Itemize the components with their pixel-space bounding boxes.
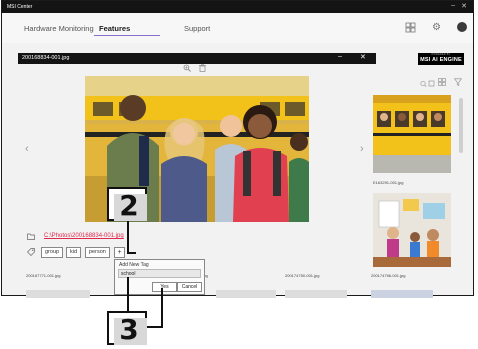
tab-hardware-monitoring[interactable]: Hardware Monitoring	[24, 24, 94, 33]
gear-icon[interactable]: ⚙	[431, 22, 442, 33]
tag-chip[interactable]: group	[41, 247, 64, 258]
callout-number: 3	[119, 313, 139, 346]
next-arrow-icon[interactable]: ›	[360, 143, 364, 155]
active-tab-underline	[94, 35, 160, 36]
zoom-icon[interactable]	[183, 64, 191, 74]
top-nav: Hardware Monitoring Features Support ⚙	[2, 13, 473, 43]
thumbnail-label: 200167771-001.jpg	[26, 273, 61, 278]
tag-icon	[27, 248, 35, 258]
callout-3-leader	[161, 288, 163, 328]
folder-icon	[27, 233, 35, 242]
thumbnail[interactable]	[285, 290, 347, 298]
side-thumbnail-label: E163291-001.jpg	[373, 180, 404, 185]
minimize-icon[interactable]: –	[451, 2, 455, 9]
thumbnail[interactable]	[26, 290, 90, 298]
thumbnail[interactable]	[371, 290, 433, 298]
callout-number: 2	[119, 189, 139, 222]
callout-2-leader	[127, 252, 136, 254]
photo-viewer-bar: 200168834-001.jpg – ✕	[18, 53, 376, 64]
thumbnail-label: 200174756-001.jpg	[371, 273, 406, 278]
msi-badge-text: MSI AI ENGINE	[420, 57, 462, 63]
yes-button[interactable]: Yes	[152, 282, 177, 292]
search-icon[interactable]	[420, 80, 435, 90]
trash-icon[interactable]	[199, 64, 206, 74]
avatar[interactable]	[457, 22, 467, 32]
tab-support[interactable]: Support	[184, 24, 210, 33]
viewer-minimize-icon[interactable]: –	[338, 53, 342, 60]
close-icon[interactable]: ✕	[461, 2, 467, 10]
thumbnail[interactable]	[216, 290, 276, 298]
layout-grid-icon[interactable]	[405, 22, 416, 33]
callout-3-leader	[127, 277, 129, 311]
cancel-button[interactable]: Cancel	[177, 282, 202, 292]
thumbnail-label: 200174750-001.jpg	[285, 273, 320, 278]
file-path-link[interactable]: C:\Photos\200168834-001.jpg	[44, 233, 124, 239]
callout-2: 2	[107, 187, 147, 222]
viewer-close-icon[interactable]: ✕	[360, 53, 366, 61]
title-bar: MSI Center – ✕	[2, 1, 473, 13]
right-panel-scrollbar[interactable]	[459, 98, 463, 153]
tag-chip[interactable]: person	[85, 247, 110, 258]
tab-features[interactable]: Features	[99, 24, 130, 33]
new-tag-input[interactable]: school	[118, 269, 201, 278]
tag-chip[interactable]: kid	[66, 247, 82, 258]
callout-3: 3	[107, 311, 147, 346]
grid-view-icon[interactable]	[438, 78, 446, 88]
msi-ai-engine-logo: POWERED BY MSI AI ENGINE	[418, 53, 464, 65]
add-tag-button[interactable]: +	[114, 247, 125, 258]
previous-arrow-icon[interactable]: ‹	[25, 143, 29, 155]
msi-badge-small-text: POWERED BY	[431, 53, 451, 56]
side-thumbnail-school-bus[interactable]	[373, 95, 451, 173]
callout-2-leader	[127, 221, 129, 253]
side-thumbnail-classroom[interactable]	[373, 193, 451, 267]
app-title: MSI Center	[7, 4, 33, 10]
filter-icon[interactable]	[453, 78, 463, 88]
popup-title: Add New Tag	[119, 262, 149, 268]
viewer-filename: 200168834-001.jpg	[22, 55, 70, 61]
